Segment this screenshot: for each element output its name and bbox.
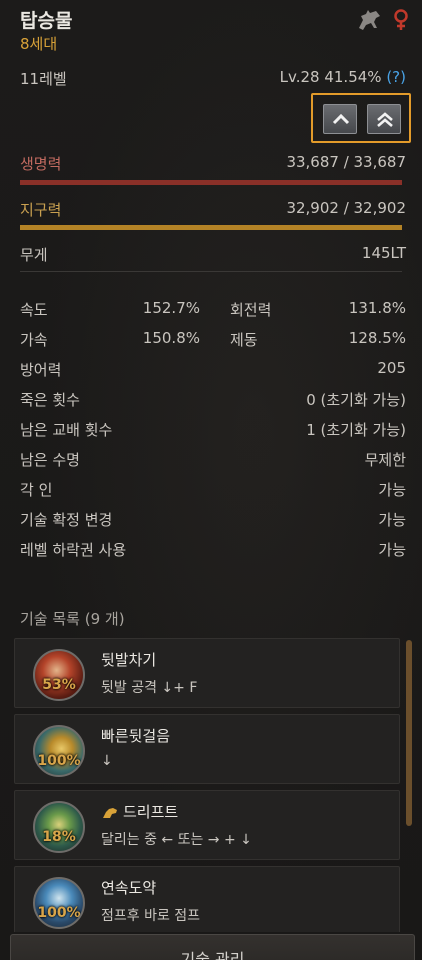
brake-label: 제동 [230, 331, 258, 349]
health-bar [20, 180, 402, 185]
stamina-value: 32,902 / 32,902 [286, 199, 406, 217]
skill-description: 뒷발 공격 ↓+ F [101, 680, 198, 696]
info-value: 무제한 [364, 451, 406, 469]
turning-stat: 회전력 131.8% [230, 299, 406, 319]
info-label: 기술 확정 변경 [20, 511, 113, 529]
chevron-up-icon [332, 113, 350, 125]
info-label: 남은 수명 [20, 451, 80, 469]
weight-label: 무게 [20, 246, 48, 264]
acceleration-stat: 가속 150.8% [20, 329, 200, 349]
skill-description: ↓ [101, 753, 113, 769]
info-row: 남은 수명 무제한 [20, 449, 406, 469]
level-label: 11레벨 [20, 70, 67, 88]
info-row: 죽은 횟수 0 (초기화 가능) [20, 389, 406, 409]
stamina-bar [20, 225, 402, 230]
health-bar-fill [20, 180, 402, 185]
double-chevron-up-icon [377, 112, 393, 127]
divider [20, 271, 402, 272]
level-up-max-button[interactable] [367, 104, 401, 134]
skill-list-scrollbar[interactable] [406, 640, 412, 826]
info-value: 1 (초기화 가능) [306, 421, 406, 439]
skill-name: 연속도약 [101, 879, 157, 897]
kick-skill-icon: 53% [33, 649, 85, 701]
skill-name: 빠른뒷걸음 [101, 727, 171, 745]
skill-card[interactable]: 100% 연속도약 점프후 바로 점프 [14, 866, 400, 932]
info-value: 가능 [378, 481, 406, 499]
skill-description: 점프후 바로 점프 [101, 908, 201, 924]
info-label: 죽은 횟수 [20, 391, 80, 409]
info-row: 레벨 하락권 사용 가능 [20, 539, 406, 559]
horse-icon [359, 10, 380, 30]
speed-label: 속도 [20, 301, 48, 319]
skill-card[interactable]: 53% 뒷발차기 뒷발 공격 ↓+ F [14, 638, 400, 708]
brake-value: 128.5% [348, 329, 406, 347]
info-value: 205 [377, 359, 406, 377]
health-row: 생명력 33,687 / 33,687 [20, 153, 406, 173]
skill-progress: 100% [37, 905, 81, 921]
female-gender-icon [394, 9, 408, 30]
manage-skills-button[interactable]: 기술 관리 [10, 934, 415, 960]
level-up-button[interactable] [323, 104, 357, 134]
skill-progress: 18% [42, 829, 76, 845]
skill-name: 드리프트 [101, 801, 178, 822]
info-value: 가능 [378, 511, 406, 529]
skill-card[interactable]: 18% 드리프트 달리는 중 ← 또는 → + ↓ [14, 790, 400, 860]
skill-progress: 53% [42, 677, 76, 693]
level-help-link[interactable]: (?) [386, 68, 406, 86]
skill-name: 뒷발차기 [101, 651, 157, 669]
info-row: 기술 확정 변경 가능 [20, 509, 406, 529]
info-value: 0 (초기화 가능) [306, 391, 406, 409]
turning-label: 회전력 [230, 301, 272, 319]
level-text: Lv.28 41.54% [279, 68, 382, 86]
weight-value: 145LT [361, 244, 406, 262]
skill-progress: 100% [37, 753, 81, 769]
stamina-bar-fill [20, 225, 402, 230]
page-title: 탑승물 [20, 10, 73, 32]
skill-card[interactable]: 100% 빠른뒷걸음 ↓ [14, 714, 400, 784]
turning-value: 131.8% [348, 299, 406, 317]
health-label: 생명력 [20, 155, 62, 173]
info-label: 레벨 하락권 사용 [20, 541, 127, 559]
horse-head-icon [103, 807, 117, 818]
weight-row: 무게 145LT [20, 244, 406, 264]
jump-skill-icon: 100% [33, 877, 85, 929]
drift-skill-icon: 18% [33, 801, 85, 853]
acceleration-label: 가속 [20, 331, 48, 349]
info-label: 방어력 [20, 361, 62, 379]
speed-stat: 속도 152.7% [20, 299, 200, 319]
info-row: 남은 교배 횟수 1 (초기화 가능) [20, 419, 406, 439]
backstep-skill-icon: 100% [33, 725, 85, 777]
speed-value: 152.7% [142, 299, 200, 317]
generation-label: 8세대 [20, 35, 58, 53]
skill-name-text: 드리프트 [123, 803, 179, 821]
skill-description: 달리는 중 ← 또는 → + ↓ [101, 832, 252, 848]
info-row: 각 인 가능 [20, 479, 406, 499]
brake-stat: 제동 128.5% [230, 329, 406, 349]
acceleration-value: 150.8% [142, 329, 200, 347]
health-value: 33,687 / 33,687 [286, 153, 406, 171]
skill-list: 53% 뒷발차기 뒷발 공격 ↓+ F 100% 빠른뒷걸음 ↓ 18% 드리프… [14, 638, 400, 932]
skills-header: 기술 목록 (9 개) [20, 610, 125, 628]
info-row: 방어력 205 [20, 359, 406, 379]
level-value: Lv.28 41.54% (?) [280, 68, 406, 86]
stamina-label: 지구력 [20, 201, 62, 219]
stamina-row: 지구력 32,902 / 32,902 [20, 199, 406, 219]
info-value: 가능 [378, 541, 406, 559]
info-label: 남은 교배 횟수 [20, 421, 113, 439]
info-label: 각 인 [20, 481, 53, 499]
upgrade-buttons-group [311, 93, 411, 143]
